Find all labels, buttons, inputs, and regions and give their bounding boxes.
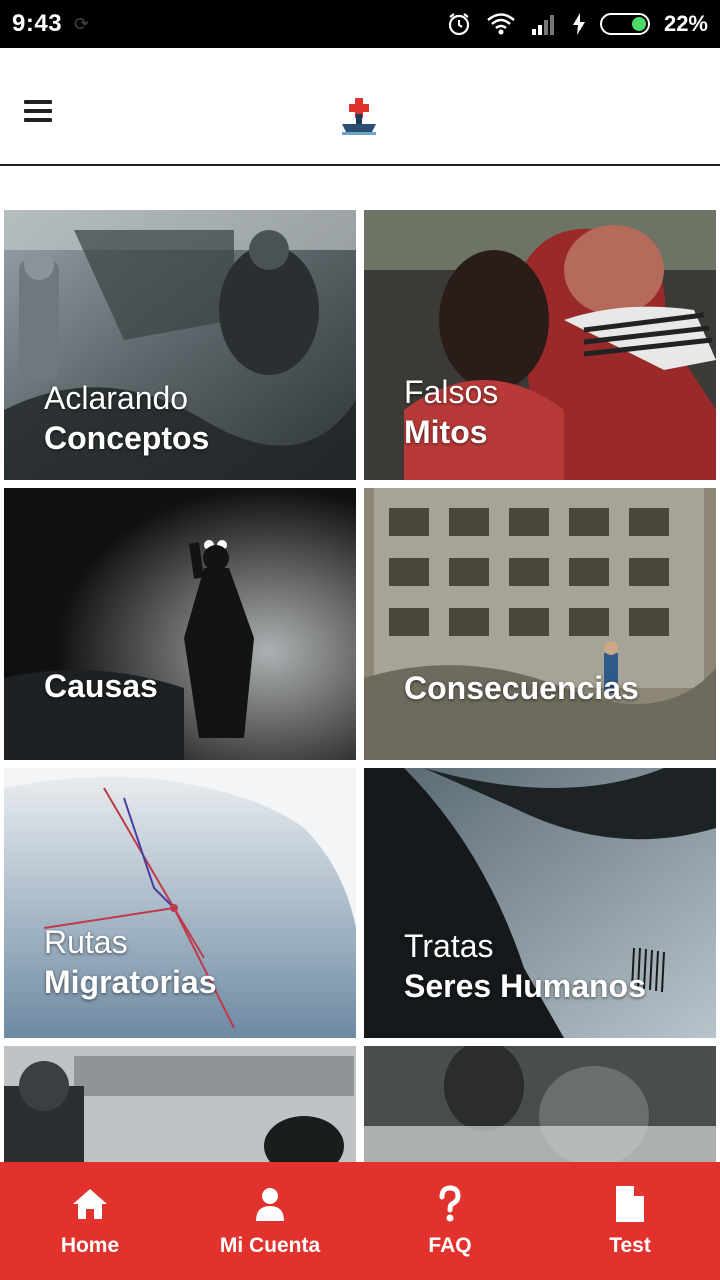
nav-label: Mi Cuenta xyxy=(219,1234,321,1257)
bottom-nav: Home Mi Cuenta FAQ Test xyxy=(0,1162,720,1280)
tile-rutas-migratorias[interactable]: Rutas Migratorias xyxy=(4,768,356,1038)
battery-percent: 22% xyxy=(663,11,708,36)
tile-photo xyxy=(4,1046,356,1162)
nav-label: Test xyxy=(609,1234,651,1257)
question-icon xyxy=(439,1185,461,1222)
status-bar: 9:43 ⟳ 22% xyxy=(0,0,720,48)
status-time: 9:43 xyxy=(12,10,63,37)
battery-icon xyxy=(599,13,650,35)
hamburger-menu-icon[interactable] xyxy=(24,100,52,124)
tile-title-line1: Rutas xyxy=(44,924,128,960)
tile-title-line2: Causas xyxy=(44,668,158,704)
app-bar xyxy=(0,48,720,166)
tile-photo xyxy=(4,488,356,760)
tile-caption: Falsos Mitos xyxy=(404,372,498,452)
tile-caption: Rutas Migratorias xyxy=(44,922,216,1002)
nav-label: Home xyxy=(60,1234,120,1257)
nav-label: FAQ xyxy=(428,1234,472,1257)
tile-aclarando-conceptos[interactable]: Aclarando Conceptos xyxy=(4,210,356,480)
tile-title-line1: Tratas xyxy=(404,928,494,964)
user-icon xyxy=(256,1188,284,1221)
tile-title-line2: Consecuencias xyxy=(404,670,639,706)
home-icon xyxy=(73,1189,107,1219)
tile-falsos-mitos[interactable]: Falsos Mitos xyxy=(364,210,716,480)
charging-icon xyxy=(572,13,585,35)
nav-faq[interactable]: FAQ xyxy=(360,1162,540,1280)
tile-title-line2: Conceptos xyxy=(44,420,210,456)
tile-partial-right[interactable] xyxy=(364,1046,716,1162)
nav-test[interactable]: Test xyxy=(540,1162,720,1280)
nav-home[interactable]: Home xyxy=(0,1162,180,1280)
nav-mi-cuenta[interactable]: Mi Cuenta xyxy=(180,1162,360,1280)
tile-photo xyxy=(364,1046,716,1162)
document-icon xyxy=(616,1186,644,1222)
tile-caption: Tratas Seres Humanos xyxy=(404,926,646,1006)
status-icons: 22% xyxy=(446,11,708,37)
tile-partial-left[interactable] xyxy=(4,1046,356,1162)
tile-caption: Causas xyxy=(44,666,158,706)
red-cross-boat-logo xyxy=(342,98,376,135)
wifi-icon xyxy=(487,13,515,35)
tile-consecuencias[interactable]: Consecuencias xyxy=(364,488,716,760)
tile-title-line1: Aclarando xyxy=(44,380,189,416)
signal-icon xyxy=(531,15,554,35)
tile-tratas-seres-humanos[interactable]: Tratas Seres Humanos xyxy=(364,768,716,1038)
tile-photo xyxy=(364,488,716,760)
tile-title-line1: Falsos xyxy=(404,374,499,410)
tile-causas[interactable]: Causas xyxy=(4,488,356,760)
tile-title-line2: Mitos xyxy=(404,414,488,450)
alarm-icon xyxy=(448,13,470,36)
tile-caption: Consecuencias xyxy=(404,668,639,708)
tile-title-line2: Migratorias xyxy=(44,964,217,1000)
tile-caption: Aclarando Conceptos xyxy=(44,378,209,458)
tile-title-line2: Seres Humanos xyxy=(404,968,646,1004)
sync-icon: ⟳ xyxy=(74,13,90,34)
